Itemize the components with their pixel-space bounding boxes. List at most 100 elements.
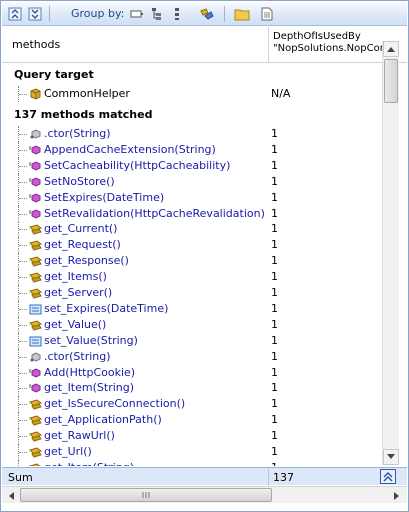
horizontal-scroll-thumb[interactable] bbox=[20, 488, 272, 502]
method-row[interactable]: set_Value(String) 1 bbox=[2, 332, 382, 349]
method-name[interactable]: set_Expires(DateTime) bbox=[44, 302, 168, 315]
arrow-left-icon bbox=[9, 491, 14, 500]
method-metric-value: 1 bbox=[271, 413, 278, 427]
method-row[interactable]: SetExpires(DateTime) 1 bbox=[2, 189, 382, 206]
method-row[interactable]: get_IsSecureConnection() 1 bbox=[2, 396, 382, 413]
group-by-namespace-icon[interactable] bbox=[148, 5, 166, 23]
method-row[interactable]: get_RawUrl() 1 bbox=[2, 428, 382, 445]
method-name[interactable]: get_IsSecureConnection() bbox=[44, 397, 185, 410]
method-row[interactable]: .ctor(String) 1 bbox=[2, 348, 382, 365]
double-chevron-up-icon bbox=[383, 471, 393, 482]
metric-header-line2: "NopSolutions.NopCom bbox=[273, 43, 383, 54]
tree-line bbox=[18, 444, 28, 460]
metric-column-header[interactable]: DepthOfIsUsedBy "NopSolutions.NopCom bbox=[273, 31, 383, 55]
scroll-down-button[interactable] bbox=[383, 449, 399, 465]
method-row[interactable]: get_Server() 1 bbox=[2, 285, 382, 301]
method-icon bbox=[29, 383, 41, 393]
method-row[interactable]: get_Response() 1 bbox=[2, 253, 382, 270]
method-row[interactable]: Add(HttpCookie) 1 bbox=[2, 364, 382, 381]
vertical-scroll-thumb[interactable] bbox=[384, 59, 398, 103]
getter-icon bbox=[29, 288, 42, 299]
method-icon bbox=[29, 367, 41, 378]
expand-all-icon[interactable] bbox=[6, 5, 24, 23]
group-by-label: Group by: bbox=[71, 7, 125, 20]
ctor-icon bbox=[30, 352, 41, 362]
tree-line bbox=[18, 412, 28, 429]
method-row[interactable]: AppendCacheExtension(String) 1 bbox=[2, 141, 382, 158]
document-icon[interactable] bbox=[258, 5, 276, 23]
method-name[interactable]: get_Items() bbox=[44, 270, 107, 283]
tree-line bbox=[18, 189, 28, 206]
method-name[interactable]: get_RawUrl() bbox=[44, 429, 115, 442]
method-row[interactable]: get_Request() 1 bbox=[2, 237, 382, 254]
tree-line bbox=[18, 300, 28, 317]
method-row[interactable]: get_ApplicationPath() 1 bbox=[2, 412, 382, 429]
tree-line bbox=[18, 380, 28, 397]
method-name[interactable]: .ctor(String) bbox=[44, 350, 111, 363]
sum-row: Sum 137 bbox=[2, 467, 407, 486]
method-name[interactable]: set_Value(String) bbox=[44, 334, 138, 347]
getter-icon bbox=[29, 399, 42, 410]
query-target-row[interactable]: CommonHelper N/A bbox=[2, 86, 382, 102]
method-name[interactable]: Add(HttpCookie) bbox=[44, 366, 135, 379]
method-row[interactable]: get_Current() 1 bbox=[2, 221, 382, 238]
method-metric-value: 1 bbox=[271, 461, 278, 466]
method-row[interactable]: get_Url() 1 bbox=[2, 444, 382, 460]
method-name[interactable]: AppendCacheExtension(String) bbox=[44, 143, 216, 156]
methods-column-header[interactable]: methods bbox=[12, 38, 60, 51]
getter-icon bbox=[29, 272, 42, 283]
grip-icon bbox=[142, 492, 150, 498]
method-name[interactable]: get_Current() bbox=[44, 222, 117, 235]
tree-line bbox=[18, 364, 28, 381]
vertical-scrollbar[interactable] bbox=[382, 41, 399, 465]
method-name[interactable]: SetCacheability(HttpCacheability) bbox=[44, 159, 230, 172]
column-header: methods DepthOfIsUsedBy "NopSolutions.No… bbox=[2, 27, 407, 63]
method-row[interactable]: get_Items() 1 bbox=[2, 269, 382, 286]
method-metric-value: 1 bbox=[271, 349, 278, 363]
method-row[interactable]: get_Value() 1 bbox=[2, 316, 382, 333]
method-row[interactable]: set_Expires(DateTime) 1 bbox=[2, 300, 382, 317]
tree-line bbox=[18, 269, 28, 286]
method-row[interactable]: SetCacheability(HttpCacheability) 1 bbox=[2, 157, 382, 174]
method-name[interactable]: .ctor(String) bbox=[44, 127, 111, 140]
method-row[interactable]: get_Item(String) 1 bbox=[2, 380, 382, 397]
tree-line bbox=[18, 396, 28, 413]
query-result-panel: Group by: methods DepthOfIsUsedBy "NopSo… bbox=[0, 0, 409, 512]
setter-icon bbox=[29, 304, 42, 315]
tree-line bbox=[18, 157, 28, 174]
toolbar: Group by: bbox=[2, 2, 407, 26]
tree-line bbox=[18, 428, 28, 445]
group-by-method-icon[interactable] bbox=[198, 5, 216, 23]
method-name[interactable]: SetExpires(DateTime) bbox=[44, 191, 164, 204]
method-metric-value: 1 bbox=[271, 254, 278, 268]
scroll-up-button[interactable] bbox=[383, 41, 399, 57]
method-name[interactable]: get_Item(String) bbox=[44, 461, 134, 466]
horizontal-scrollbar[interactable] bbox=[2, 486, 407, 503]
method-name[interactable]: SetRevalidation(HttpCacheRevalidation) bbox=[44, 207, 265, 220]
tree-line bbox=[18, 221, 28, 238]
sum-value: 137 bbox=[273, 471, 294, 484]
collapse-summary-button[interactable] bbox=[380, 469, 396, 484]
method-name[interactable]: get_Server() bbox=[44, 286, 112, 299]
method-name[interactable]: SetNoStore() bbox=[44, 175, 115, 188]
method-name[interactable]: get_Request() bbox=[44, 238, 121, 251]
column-divider[interactable] bbox=[268, 27, 269, 63]
scroll-right-button[interactable] bbox=[389, 488, 405, 503]
folder-icon[interactable] bbox=[233, 5, 251, 23]
method-name[interactable]: get_Response() bbox=[44, 254, 129, 267]
method-name[interactable]: get_Url() bbox=[44, 445, 92, 458]
method-row[interactable]: .ctor(String) 1 bbox=[2, 126, 382, 142]
scroll-left-button[interactable] bbox=[3, 488, 19, 503]
method-metric-value: 1 bbox=[271, 222, 278, 236]
method-name[interactable]: get_Item(String) bbox=[44, 381, 134, 394]
method-row[interactable]: SetNoStore() 1 bbox=[2, 173, 382, 190]
method-name[interactable]: get_ApplicationPath() bbox=[44, 413, 162, 426]
method-name[interactable]: get_Value() bbox=[44, 318, 106, 331]
method-row[interactable]: get_Item(String) 1 bbox=[2, 459, 382, 466]
group-by-assembly-icon[interactable] bbox=[128, 5, 146, 23]
method-icon bbox=[29, 208, 41, 219]
collapse-all-icon[interactable] bbox=[26, 5, 44, 23]
method-row[interactable]: SetRevalidation(HttpCacheRevalidation) 1 bbox=[2, 205, 382, 222]
group-by-type-icon[interactable] bbox=[168, 5, 186, 23]
ctor-icon bbox=[30, 129, 41, 139]
